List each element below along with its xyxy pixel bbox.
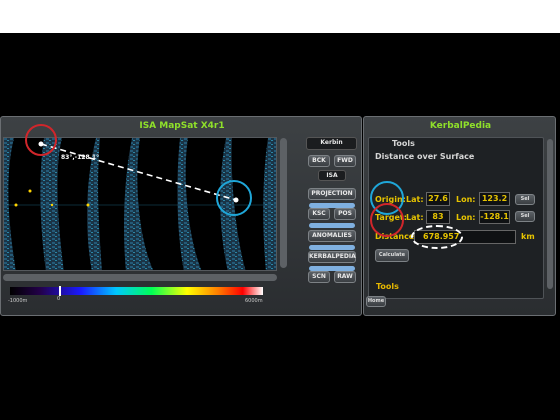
target-label-annotation-ring	[370, 203, 404, 237]
kerbalpedia-scrollbar[interactable]	[547, 139, 553, 289]
target-lat-label: Lat:	[406, 213, 424, 222]
isa-button[interactable]: ISA	[318, 170, 346, 181]
kerbalpedia-title: KerbalPedia	[429, 121, 492, 131]
altitude-legend	[10, 287, 263, 295]
target-lon-label: Lon:	[456, 213, 476, 222]
raw-button[interactable]: RAW	[334, 271, 356, 283]
legend-max-label: 6000m	[245, 298, 263, 304]
planet-button[interactable]: Kerbin	[306, 137, 357, 150]
scan-button[interactable]: SCN	[308, 271, 330, 283]
target-lon-field[interactable]: -128.1	[479, 210, 510, 224]
anomalies-pill	[309, 245, 355, 250]
distance-annotation-ring	[411, 225, 463, 249]
origin-lat-field[interactable]: 27.6	[426, 192, 450, 206]
pos-button[interactable]: POS	[334, 208, 356, 220]
map-coord-label: 83°,-128.1°	[61, 154, 99, 161]
kerbalpedia-button[interactable]: KERBALPEDIA	[308, 251, 356, 263]
mapsat-title: ISA MapSat X4r1	[139, 121, 225, 131]
projection-button[interactable]: PROJECTION	[308, 188, 356, 200]
origin-lat-label: Lat:	[406, 195, 424, 204]
section-heading: Distance over Surface	[375, 152, 475, 161]
map-horizontal-scrollbar[interactable]	[3, 274, 277, 281]
top-white-band	[0, 0, 560, 33]
map-vertical-scrollbar[interactable]	[280, 138, 287, 268]
target-lat-field[interactable]: 83	[426, 210, 450, 224]
legend-mid-label: 0	[57, 296, 61, 302]
distance-unit: km	[521, 232, 535, 241]
nav-pill	[309, 223, 355, 228]
anomalies-button[interactable]: ANOMALIES	[308, 230, 356, 242]
origin-lon-label: Lon:	[456, 195, 476, 204]
target-select-button[interactable]: Sel	[515, 211, 535, 222]
origin-select-button[interactable]: Sel	[515, 194, 535, 205]
ksc-button[interactable]: KSC	[308, 208, 330, 220]
origin-annotation-ring	[216, 180, 252, 216]
legend-zero-mark	[59, 286, 61, 296]
legend-min-label: -1000m	[8, 298, 28, 304]
back-button[interactable]: BCK	[308, 155, 330, 167]
forward-button[interactable]: FWD	[334, 155, 356, 167]
home-button[interactable]: Home	[366, 296, 386, 307]
target-annotation-ring	[25, 124, 57, 156]
tools-footer: Tools	[376, 282, 399, 291]
origin-lon-field[interactable]: 123.2	[479, 192, 510, 206]
calculate-button[interactable]: Calculate	[375, 249, 409, 262]
tools-heading: Tools	[392, 139, 415, 148]
